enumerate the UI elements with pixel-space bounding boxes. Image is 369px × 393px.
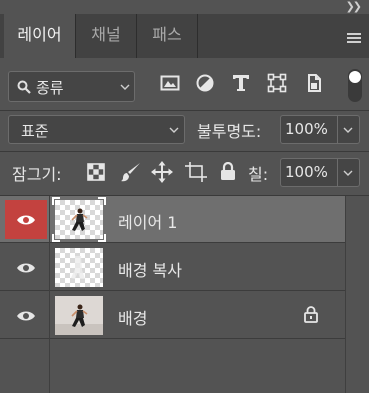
lock-image-icon[interactable] xyxy=(120,161,142,183)
lock-artboard-icon[interactable] xyxy=(185,162,207,182)
eye-icon xyxy=(17,263,35,272)
layer-name: 배경 xyxy=(118,309,148,328)
lock-icon xyxy=(304,306,318,323)
filter-kind-select[interactable]: 종류 xyxy=(8,71,135,102)
image-filter-icon[interactable] xyxy=(160,73,180,93)
chevron-down-icon xyxy=(120,84,130,90)
layer-thumbnail xyxy=(55,296,103,335)
layer-name: 배경 복사 xyxy=(118,261,182,280)
tab-paths[interactable]: 패스 xyxy=(137,14,198,58)
panel-top-strip xyxy=(0,0,369,14)
scrollbar[interactable] xyxy=(345,196,369,393)
layer-row[interactable]: 레이어 1 xyxy=(0,196,345,243)
layer-row[interactable]: 배경 복사 xyxy=(0,244,345,291)
figure-icon xyxy=(55,304,103,335)
blend-mode-value: 표준 xyxy=(21,122,49,140)
chevron-down-icon xyxy=(169,127,179,133)
opacity-field[interactable]: 100% xyxy=(280,115,360,144)
divider xyxy=(0,110,369,111)
smart-object-filter-icon[interactable] xyxy=(304,73,324,93)
lock-label: 잠그기: xyxy=(12,165,62,184)
fill-value: 100% xyxy=(285,163,328,181)
panel-tab-bar: 레이어 채널 패스 xyxy=(0,14,369,58)
opacity-label: 불투명도: xyxy=(197,122,262,141)
panel-menu-icon[interactable] xyxy=(347,33,361,43)
fill-label: 칠: xyxy=(248,165,269,184)
blend-mode-select[interactable]: 표준 xyxy=(8,115,185,144)
opacity-value: 100% xyxy=(285,120,328,138)
layer-row[interactable]: 배경 xyxy=(0,292,345,339)
filter-kind-label: 종류 xyxy=(36,79,64,97)
tab-layers[interactable]: 레이어 xyxy=(4,14,76,58)
type-filter-icon[interactable] xyxy=(231,73,251,93)
layer-name: 레이어 1 xyxy=(118,213,178,232)
figure-silhouette-icon xyxy=(71,256,85,279)
adjustment-filter-icon[interactable] xyxy=(195,73,215,93)
filter-toggle[interactable] xyxy=(348,69,362,102)
lock-transparent-icon[interactable] xyxy=(87,163,105,181)
visibility-toggle[interactable] xyxy=(5,248,47,287)
layer-list: 레이어 1 배경 복사 배경 xyxy=(0,196,345,393)
eye-icon xyxy=(17,215,35,224)
double-chevron-right-icon[interactable]: ❯❯ xyxy=(346,0,363,13)
chevron-down-icon xyxy=(343,170,353,176)
lock-position-icon[interactable] xyxy=(151,161,173,183)
lock-all-icon[interactable] xyxy=(220,162,236,181)
tab-channels[interactable]: 채널 xyxy=(76,14,137,58)
visibility-toggle[interactable] xyxy=(5,296,47,335)
fill-field[interactable]: 100% xyxy=(280,158,360,187)
visibility-column-divider xyxy=(49,196,50,393)
layer-thumbnail xyxy=(55,248,103,287)
shape-filter-icon[interactable] xyxy=(267,73,287,93)
visibility-toggle[interactable] xyxy=(5,200,47,239)
divider xyxy=(0,151,369,152)
search-icon xyxy=(17,80,31,94)
chevron-down-icon xyxy=(343,127,353,133)
eye-icon xyxy=(17,311,35,320)
thumbnail-selection-frame xyxy=(52,197,106,242)
